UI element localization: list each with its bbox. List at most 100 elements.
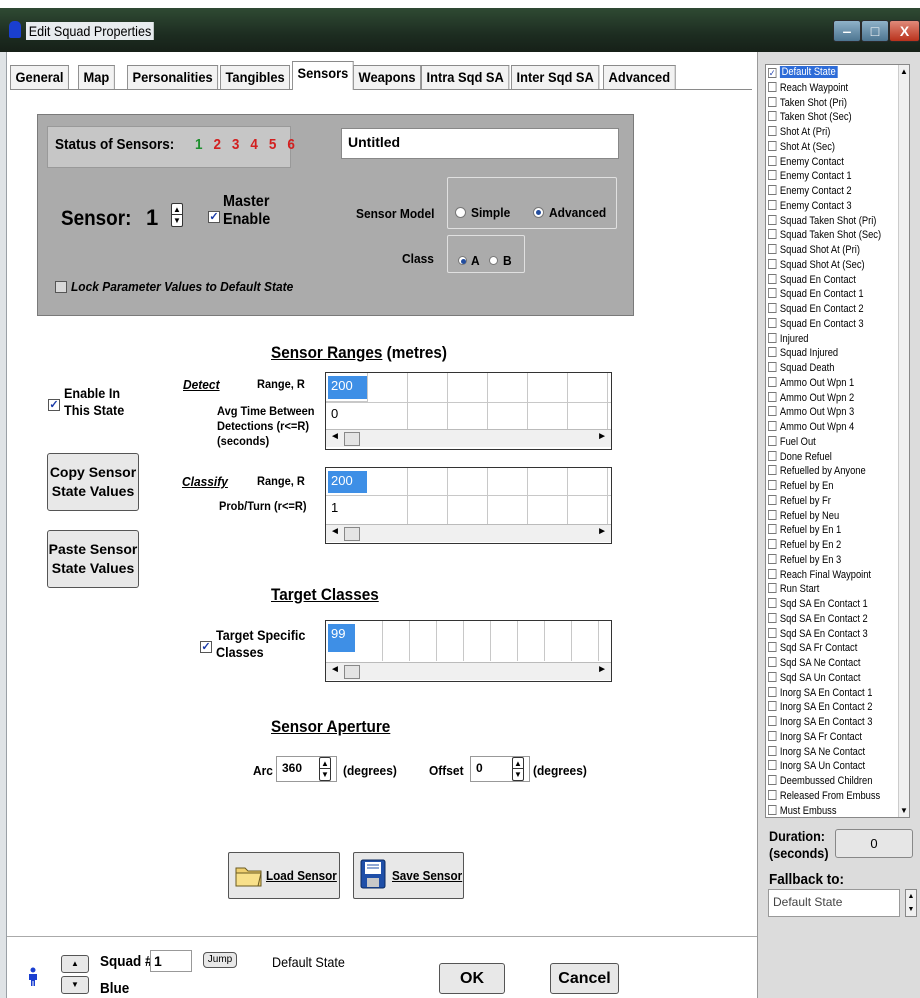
state-list-item[interactable]: Squad En Contact <box>768 273 856 286</box>
state-list-item[interactable]: Reach Waypoint <box>768 81 848 94</box>
state-list-item[interactable]: Enemy Contact <box>768 155 844 168</box>
enable-in-state-checkbox[interactable]: ✓ <box>48 399 60 411</box>
state-list-item[interactable]: Done Refuel <box>768 450 832 463</box>
tab-weapons[interactable]: Weapons <box>353 65 422 89</box>
state-list-item[interactable]: Squad En Contact 2 <box>768 303 864 315</box>
state-list-item[interactable]: Squad Shot At (Pri) <box>768 244 860 256</box>
state-list-item[interactable]: Fuel Out <box>768 435 816 448</box>
state-checkbox[interactable] <box>768 745 777 756</box>
state-checkbox[interactable] <box>768 657 777 667</box>
state-list-item[interactable]: Refuelled by Anyone <box>768 465 866 477</box>
state-list-item[interactable]: Refuel by En 1 <box>768 524 841 536</box>
state-list-item[interactable]: Enemy Contact 3 <box>768 199 852 212</box>
state-list-item[interactable]: Shot At (Sec) <box>768 140 835 153</box>
state-checkbox[interactable] <box>768 716 777 726</box>
state-list-item[interactable]: Squad Death <box>768 362 834 374</box>
target-classes-grid[interactable]: 99 ◄ ► <box>325 620 612 682</box>
state-list-item[interactable]: Inorg SA Ne Contact <box>768 745 865 758</box>
state-checkbox[interactable] <box>768 258 777 269</box>
state-checkbox[interactable] <box>768 730 777 741</box>
arc-spinner[interactable]: ▲ ▼ <box>319 757 331 781</box>
tab-advanced[interactable]: Advanced <box>603 65 676 89</box>
sensor-number-value[interactable]: 1 <box>146 205 158 231</box>
state-list-item[interactable]: Inorg SA En Contact 3 <box>768 716 872 728</box>
state-checkbox[interactable] <box>768 140 777 151</box>
fallback-spinner[interactable]: ▲ ▼ <box>905 889 917 917</box>
detect-grid-scrollbar[interactable]: ◄ ► <box>326 429 611 447</box>
scroll-right-icon[interactable]: ► <box>597 431 607 442</box>
sensor-status-2[interactable]: 2 <box>213 136 224 153</box>
classify-range-cell[interactable]: 200 <box>328 471 367 493</box>
state-checkbox[interactable] <box>768 539 777 549</box>
class-a-label[interactable]: A <box>471 253 480 268</box>
state-checkbox[interactable] <box>768 170 777 181</box>
state-checkbox[interactable] <box>768 701 777 712</box>
state-list-item[interactable]: Refuel by En 2 <box>768 539 841 551</box>
save-sensor-button[interactable]: Save Sensor <box>353 852 464 899</box>
tab-sensors[interactable]: Sensors <box>292 61 354 90</box>
state-checkbox[interactable] <box>768 789 777 800</box>
class-b-radio[interactable] <box>489 256 498 265</box>
spin-up-icon[interactable]: ▲ <box>320 758 330 769</box>
state-list-item[interactable]: Enemy Contact 2 <box>768 185 852 197</box>
state-checkbox[interactable] <box>768 509 777 520</box>
state-checkbox[interactable] <box>768 804 777 815</box>
state-list-item[interactable]: Sqd SA Fr Contact <box>768 642 857 654</box>
state-list-item[interactable]: Shot At (Pri) <box>768 126 830 138</box>
state-list-item[interactable]: Squad Taken Shot (Pri) <box>768 214 876 227</box>
state-list-item[interactable]: Deembussed Children <box>768 775 872 787</box>
model-simple-label[interactable]: Simple <box>471 205 510 220</box>
state-checkbox[interactable] <box>768 332 777 343</box>
state-checkbox[interactable] <box>768 406 777 417</box>
scroll-left-icon[interactable]: ◄ <box>330 431 340 442</box>
duration-input[interactable]: 0 <box>835 829 913 858</box>
sensor-name-field[interactable]: Untitled <box>341 128 619 159</box>
state-checkbox[interactable] <box>768 376 777 387</box>
state-list-scrollbar[interactable]: ▲ ▼ <box>898 65 909 817</box>
sensor-status-1[interactable]: 1 <box>195 136 206 153</box>
state-list-item[interactable]: Injured <box>768 332 808 345</box>
state-checkbox[interactable] <box>768 347 777 358</box>
squad-number-input[interactable]: 1 <box>150 950 192 972</box>
state-checkbox[interactable] <box>768 81 777 92</box>
state-list-item[interactable]: Sqd SA En Contact 3 <box>768 627 868 640</box>
target-class-cell[interactable]: 99 <box>328 624 355 652</box>
state-list-item[interactable]: Inorg SA En Contact 1 <box>768 686 872 699</box>
state-checkbox[interactable] <box>768 642 777 653</box>
state-list-item[interactable]: Run Start <box>768 583 819 595</box>
detect-range-cell[interactable]: 200 <box>328 376 367 399</box>
state-list-item[interactable]: Ammo Out Wpn 1 <box>768 376 854 389</box>
state-checkbox[interactable] <box>768 185 777 195</box>
state-checkbox[interactable] <box>768 627 777 638</box>
state-list-item[interactable]: Refuel by En <box>768 480 833 492</box>
state-list-item[interactable]: Refuel by Fr <box>768 494 831 507</box>
state-list-item[interactable]: Sqd SA Un Contact <box>768 671 860 684</box>
spin-down-icon[interactable]: ▼ <box>172 215 182 226</box>
ok-button[interactable]: OK <box>439 963 505 994</box>
state-list-item[interactable]: ✓ Default State <box>768 66 838 79</box>
state-list-item[interactable]: Must Embuss <box>768 804 837 817</box>
state-checkbox[interactable] <box>768 494 777 505</box>
state-checkbox[interactable]: ✓ <box>768 68 777 78</box>
tab-map[interactable]: Map <box>78 65 115 89</box>
tab-intra-sqd-sa[interactable]: Intra Sqd SA <box>421 65 510 89</box>
state-checkbox[interactable] <box>768 421 777 431</box>
classify-grid-scrollbar[interactable]: ◄ ► <box>326 524 611 542</box>
state-list-item[interactable]: Refuel by En 3 <box>768 553 841 566</box>
state-checkbox[interactable] <box>768 111 777 122</box>
squad-up-button[interactable]: ▲ <box>61 955 89 973</box>
maximize-button[interactable]: □ <box>861 20 889 42</box>
spin-down-icon[interactable]: ▼ <box>513 769 523 780</box>
state-list-item[interactable]: Ammo Out Wpn 2 <box>768 391 854 404</box>
state-checkbox[interactable] <box>768 480 777 490</box>
state-checkbox[interactable] <box>768 273 777 284</box>
class-a-radio[interactable] <box>458 256 467 265</box>
spin-up-icon[interactable]: ▲ <box>513 758 523 769</box>
load-sensor-button[interactable]: Load Sensor <box>228 852 340 899</box>
tab-personalities[interactable]: Personalities <box>127 65 219 89</box>
state-checkbox[interactable] <box>768 126 777 136</box>
state-checkbox[interactable] <box>768 435 777 446</box>
state-list-item[interactable]: Inorg SA En Contact 2 <box>768 701 872 713</box>
lock-parameters-checkbox[interactable] <box>55 281 67 293</box>
state-checkbox[interactable] <box>768 553 777 564</box>
